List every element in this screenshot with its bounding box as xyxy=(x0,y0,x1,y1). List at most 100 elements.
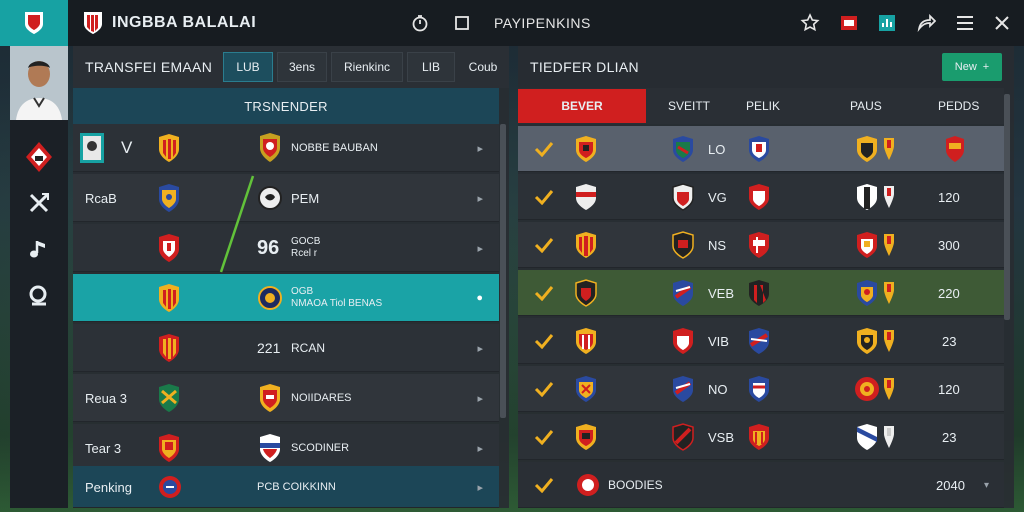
transfer-panel: TRANSFEI EMAAN LUB 3ens Rienkinc LIB Cou… xyxy=(73,46,509,508)
player-club: NMAOA Tiol BENAS xyxy=(291,298,383,309)
club-code: LO xyxy=(708,141,726,157)
check-icon[interactable] xyxy=(534,414,554,460)
stats-icon[interactable] xyxy=(878,14,896,32)
club-crest-icon xyxy=(854,126,880,172)
offer-panel-header: TIEDFER DLIAN New + xyxy=(518,46,1014,88)
check-icon[interactable] xyxy=(534,318,554,364)
chevron-right-icon[interactable]: ▸ xyxy=(477,466,483,508)
tab-lub[interactable]: LUB xyxy=(223,52,273,82)
offer-row[interactable]: VG 120 xyxy=(518,174,1004,220)
menu-icon[interactable] xyxy=(956,15,974,31)
radio-dot-icon[interactable]: ● xyxy=(476,274,483,322)
flag-icon[interactable] xyxy=(840,14,858,32)
offer-row-selected[interactable]: LO xyxy=(518,126,1004,172)
offer-value: 2040 xyxy=(936,477,965,493)
sidebar-search-button[interactable] xyxy=(10,272,68,318)
formation-line-icon xyxy=(219,175,255,273)
trophy-icon xyxy=(882,414,896,460)
transfer-row[interactable]: Reua 3 NOIIDARES ▸ xyxy=(73,374,499,422)
club-crest-icon xyxy=(574,318,598,364)
close-icon[interactable] xyxy=(994,15,1010,31)
transfer-row[interactable]: V NOBBE BAUBAN ▸ xyxy=(73,124,499,172)
new-offer-button[interactable]: New + xyxy=(942,53,1002,81)
transfer-row-selected[interactable]: OGB NMAOA Tiol BENAS ● xyxy=(73,274,499,322)
sidebar-music-button[interactable] xyxy=(10,226,68,272)
club-crest-icon xyxy=(746,366,772,412)
club-crest-icon xyxy=(257,374,283,422)
offer-row[interactable]: VIB 23 xyxy=(518,318,1004,364)
club-crest-icon xyxy=(257,124,283,172)
offer-value: 120 xyxy=(938,189,960,205)
column-header-pedds[interactable]: PEDDS xyxy=(938,88,979,124)
share-icon[interactable] xyxy=(916,14,936,32)
transfer-footer-row[interactable]: Penking PCB COIKKINN ▸ xyxy=(73,466,499,508)
chevron-right-icon[interactable]: ▸ xyxy=(477,424,483,472)
trophy-icon xyxy=(882,270,896,316)
check-icon[interactable] xyxy=(534,126,554,172)
new-offer-label: New xyxy=(954,61,977,73)
tab-rienkinc[interactable]: Rienkinc xyxy=(331,52,403,82)
app-logo[interactable] xyxy=(0,0,68,46)
chevron-down-icon[interactable]: ▾ xyxy=(984,462,989,508)
check-icon[interactable] xyxy=(534,174,554,220)
chevron-right-icon[interactable]: ▸ xyxy=(477,324,483,372)
chevron-right-icon[interactable]: ▸ xyxy=(477,224,483,272)
sidebar-home-button[interactable] xyxy=(10,134,68,180)
offer-row[interactable]: NS 300 xyxy=(518,222,1004,268)
trophy-icon xyxy=(882,126,896,172)
top-bar: INGBBA BALALAI PAYIPENKINS xyxy=(0,0,1024,46)
trophy-icon xyxy=(882,222,896,268)
tab-coub[interactable]: Coub xyxy=(459,52,507,82)
chevron-right-icon[interactable]: ▸ xyxy=(477,124,483,172)
timer-icon[interactable] xyxy=(410,13,430,33)
sidebar xyxy=(10,46,68,508)
offer-footer-row[interactable]: BOODIES 2040 ▾ xyxy=(518,462,1004,508)
offer-row[interactable]: NO 120 xyxy=(518,366,1004,412)
column-header-pelik[interactable]: PELIK xyxy=(746,88,780,124)
offer-value: 300 xyxy=(938,237,960,253)
chevron-right-icon[interactable]: ▸ xyxy=(477,374,483,422)
column-header-sveitt[interactable]: SVEITT xyxy=(668,88,710,124)
star-icon[interactable] xyxy=(800,13,820,33)
club-crest-icon xyxy=(746,414,772,460)
club-crest-icon xyxy=(944,126,966,172)
transfer-row[interactable]: 221 RCAN ▸ xyxy=(73,324,499,372)
player-avatar[interactable] xyxy=(10,46,68,120)
club-crest-icon xyxy=(257,274,283,322)
tab-3ens[interactable]: 3ens xyxy=(277,52,327,82)
club-crest-icon xyxy=(746,270,772,316)
tab-lib[interactable]: LIB xyxy=(407,52,455,82)
trophy-icon xyxy=(882,366,896,412)
offer-value: 23 xyxy=(942,333,957,349)
transfer-list-scrollbar[interactable] xyxy=(500,124,506,418)
transfer-row[interactable]: 96 GOCB Rcel r ▸ xyxy=(73,224,499,272)
club-crest-icon xyxy=(157,274,181,322)
club-crest-icon xyxy=(746,126,772,172)
club-crest-icon xyxy=(157,424,181,472)
ranking-label[interactable]: PAYIPENKINS xyxy=(494,15,591,31)
club-crest-icon xyxy=(157,174,181,222)
transfer-row[interactable]: RcaB PEM ▸ xyxy=(73,174,499,222)
row-label: Tear 3 xyxy=(85,440,122,456)
column-header-bever[interactable]: BEVER xyxy=(518,89,646,123)
trophy-icon xyxy=(882,318,896,364)
sidebar-tactics-button[interactable] xyxy=(10,180,68,226)
row-check-mark: V xyxy=(121,138,133,157)
offer-row-highlight[interactable]: VEB 220 xyxy=(518,270,1004,316)
check-icon[interactable] xyxy=(534,462,554,508)
transfer-row[interactable]: Tear 3 SCODINER ▸ xyxy=(73,424,499,472)
chevron-right-icon[interactable]: ▸ xyxy=(477,174,483,222)
player-name: PEM xyxy=(291,190,320,206)
offer-row[interactable]: VSB 23 xyxy=(518,414,1004,460)
check-icon[interactable] xyxy=(534,270,554,316)
check-icon[interactable] xyxy=(534,222,554,268)
club-crest-icon xyxy=(854,270,880,316)
search-icon xyxy=(29,285,47,306)
offer-list-scrollbar[interactable] xyxy=(1004,94,1010,320)
square-icon[interactable] xyxy=(452,13,472,33)
club-crest-icon xyxy=(157,466,183,508)
column-header-paus[interactable]: PAUS xyxy=(850,88,882,124)
shield-icon xyxy=(25,12,43,34)
check-icon[interactable] xyxy=(534,366,554,412)
offer-value: 120 xyxy=(938,381,960,397)
